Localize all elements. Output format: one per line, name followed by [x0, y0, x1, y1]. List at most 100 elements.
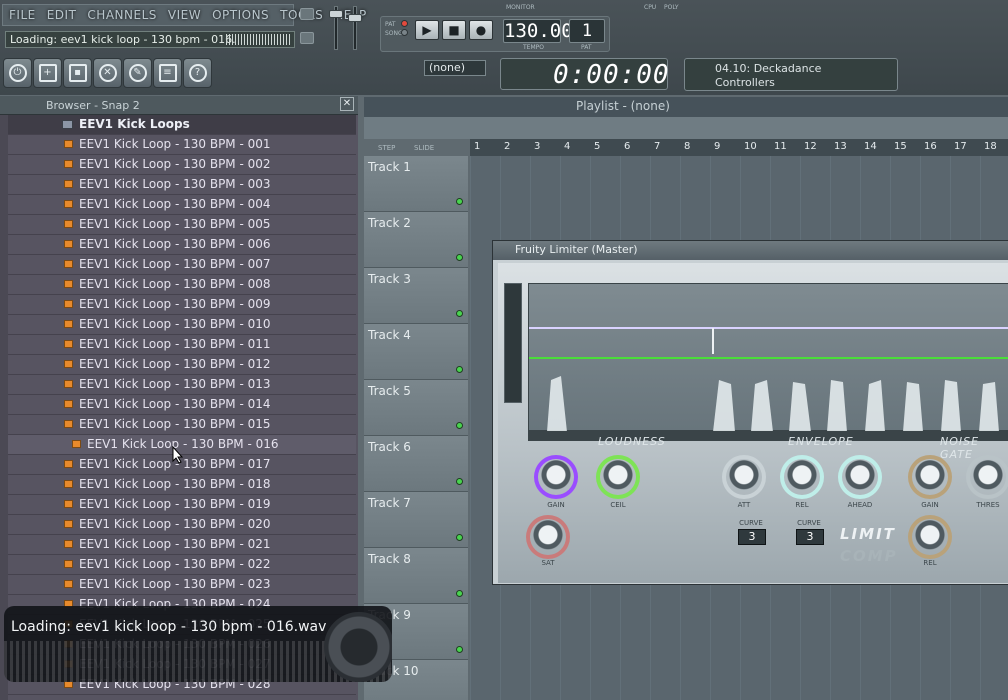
ruler-bar-number[interactable]: 13 [834, 141, 847, 152]
track-mute-led[interactable] [456, 590, 463, 597]
minimize-icon[interactable] [300, 8, 314, 20]
ruler-bar-number[interactable]: 4 [564, 141, 570, 152]
track-mute-led[interactable] [456, 534, 463, 541]
record-button[interactable]: ● [469, 20, 493, 40]
ruler-bar-number[interactable]: 8 [684, 141, 690, 152]
browser-item[interactable]: EEV1 Kick Loop - 130 BPM - 011 [8, 335, 356, 355]
track-header[interactable]: Track 1 [364, 156, 468, 212]
ruler-bar-number[interactable]: 7 [654, 141, 660, 152]
track-mute-led[interactable] [456, 422, 463, 429]
limiter-side-controls[interactable] [504, 283, 522, 403]
menu-file[interactable]: FILE [9, 8, 36, 22]
song-mode-led[interactable] [401, 29, 408, 36]
gate-release-knob[interactable] [908, 515, 952, 559]
browser-item[interactable]: EEV1 Kick Loop - 130 BPM - 004 [8, 195, 356, 215]
gain-knob[interactable] [534, 455, 578, 499]
ruler-bar-number[interactable]: 16 [924, 141, 937, 152]
menu-view[interactable]: VIEW [168, 8, 201, 22]
browser-item[interactable]: EEV1 Kick Loop - 130 BPM - 007 [8, 255, 356, 275]
song-time-display[interactable]: 0:00:00 [553, 60, 670, 90]
ruler-bar-number[interactable]: 2 [504, 141, 510, 152]
track-mute-led[interactable] [456, 478, 463, 485]
track-header[interactable]: Track 3 [364, 268, 468, 324]
midi-controllers-panel[interactable]: 04.10: Deckadance Controllers [684, 58, 898, 91]
browser-item[interactable]: EEV1 Kick Loop - 130 BPM - 009 [8, 295, 356, 315]
pattern-number-display[interactable]: 1 [569, 19, 605, 43]
browser-title[interactable]: Browser - Snap 2 [46, 99, 140, 112]
step-label[interactable]: STEP [378, 144, 395, 152]
ruler-bar-number[interactable]: 15 [894, 141, 907, 152]
ruler-bar-number[interactable]: 14 [864, 141, 877, 152]
tempo-display[interactable]: 130.000 [503, 19, 584, 43]
lookahead-knob[interactable] [838, 455, 882, 499]
browser-item[interactable]: EEV1 Kick Loop - 130 BPM - 021 [8, 535, 356, 555]
ruler-bar-number[interactable]: 3 [534, 141, 540, 152]
menu-options[interactable]: OPTIONS [212, 8, 269, 22]
browser-item[interactable]: EEV1 Kick Loop - 130 BPM - 022 [8, 555, 356, 575]
browser-item[interactable]: EEV1 Kick Loop - 130 BPM - 014 [8, 395, 356, 415]
master-pitch-slider[interactable] [353, 6, 357, 50]
master-pitch-handle[interactable] [348, 14, 362, 22]
browser-item[interactable]: EEV1 Kick Loop - 130 BPM - 023 [8, 575, 356, 595]
limiter-title-bar[interactable]: Fruity Limiter (Master) [493, 241, 1008, 260]
ruler-bar-number[interactable]: 1 [474, 141, 480, 152]
track-header[interactable]: Track 5 [364, 380, 468, 436]
help-button[interactable]: ? [183, 58, 212, 88]
ruler-bar-number[interactable]: 5 [594, 141, 600, 152]
notes-button[interactable]: ≡ [153, 58, 182, 88]
master-volume-handle[interactable] [329, 10, 343, 18]
track-mute-led[interactable] [456, 198, 463, 205]
stop-button[interactable]: ■ [442, 20, 466, 40]
browser-item[interactable]: EEV1 Kick Loop - 130 BPM - 013 [8, 375, 356, 395]
ruler-bar-number[interactable]: 18 [984, 141, 997, 152]
track-header[interactable]: Track 7 [364, 492, 468, 548]
threshold-knob[interactable] [966, 455, 1008, 499]
browser-item[interactable]: EEV1 Kick Loop - 130 BPM - 015 [8, 415, 356, 435]
browser-item[interactable]: EEV1 Kick Loop - 130 BPM - 012 [8, 355, 356, 375]
menu-edit[interactable]: EDIT [47, 8, 77, 22]
attack-curve-value[interactable]: 3 [738, 529, 766, 545]
track-header[interactable]: Track 6 [364, 436, 468, 492]
browser-item[interactable]: EEV1 Kick Loop - 130 BPM - 003 [8, 175, 356, 195]
browser-item[interactable]: EEV1 Kick Loop - 130 BPM - 010 [8, 315, 356, 335]
browser-item[interactable]: EEV1 Kick Loop - 130 BPM - 008 [8, 275, 356, 295]
play-button[interactable]: ▶ [415, 20, 439, 40]
track-mute-led[interactable] [456, 366, 463, 373]
comp-mode-label[interactable]: COMP [840, 547, 898, 565]
playlist-title[interactable]: Playlist - (none) [576, 99, 670, 113]
menu-channels[interactable]: CHANNELS [87, 8, 156, 22]
browser-item[interactable]: EEV1 Kick Loop - 130 BPM - 019 [8, 495, 356, 515]
slide-label[interactable]: SLIDE [414, 144, 434, 152]
save-button[interactable]: ▪ [63, 58, 92, 88]
settings-button[interactable]: ✕ [93, 58, 122, 88]
track-mute-led[interactable] [456, 310, 463, 317]
saturation-knob[interactable] [526, 515, 570, 559]
ruler-bar-number[interactable]: 11 [774, 141, 787, 152]
browser-item[interactable]: EEV1 Kick Loop - 130 BPM - 020 [8, 515, 356, 535]
attack-knob[interactable] [722, 455, 766, 499]
pat-mode-led[interactable] [401, 20, 408, 27]
browser-item[interactable]: EEV1 Kick Loop - 130 BPM - 018 [8, 475, 356, 495]
close-icon[interactable]: ✕ [340, 97, 354, 111]
folder-row[interactable]: EEV1 Kick Loops [8, 115, 356, 135]
ruler-bar-number[interactable]: 17 [954, 141, 967, 152]
playlist-ruler[interactable]: 1 2 3 4 5 6 7 8 9 10 11 12 13 14 15 16 17 18 [470, 139, 1008, 156]
ruler-bar-number[interactable]: 12 [804, 141, 817, 152]
ruler-bar-number[interactable]: 9 [714, 141, 720, 152]
browser-item[interactable]: EEV1 Kick Loop - 130 BPM - 001 [8, 135, 356, 155]
ruler-bar-number[interactable]: 6 [624, 141, 630, 152]
ruler-bar-number[interactable]: 10 [744, 141, 757, 152]
release-curve-value[interactable]: 3 [796, 529, 824, 545]
hint-toggle-icon[interactable] [300, 32, 314, 44]
track-header[interactable]: Track 4 [364, 324, 468, 380]
track-header[interactable]: Track 2 [364, 212, 468, 268]
new-button[interactable]: + [33, 58, 62, 88]
release-knob[interactable] [780, 455, 824, 499]
track-mute-led[interactable] [456, 646, 463, 653]
gate-gain-knob[interactable] [908, 455, 952, 499]
pattern-selector[interactable]: (none) [424, 60, 486, 76]
browser-item[interactable]: EEV1 Kick Loop - 130 BPM - 006 [8, 235, 356, 255]
browser-item[interactable]: EEV1 Kick Loop - 130 BPM - 002 [8, 155, 356, 175]
track-header[interactable]: Track 8 [364, 548, 468, 604]
tools-button[interactable]: ✎ [123, 58, 152, 88]
